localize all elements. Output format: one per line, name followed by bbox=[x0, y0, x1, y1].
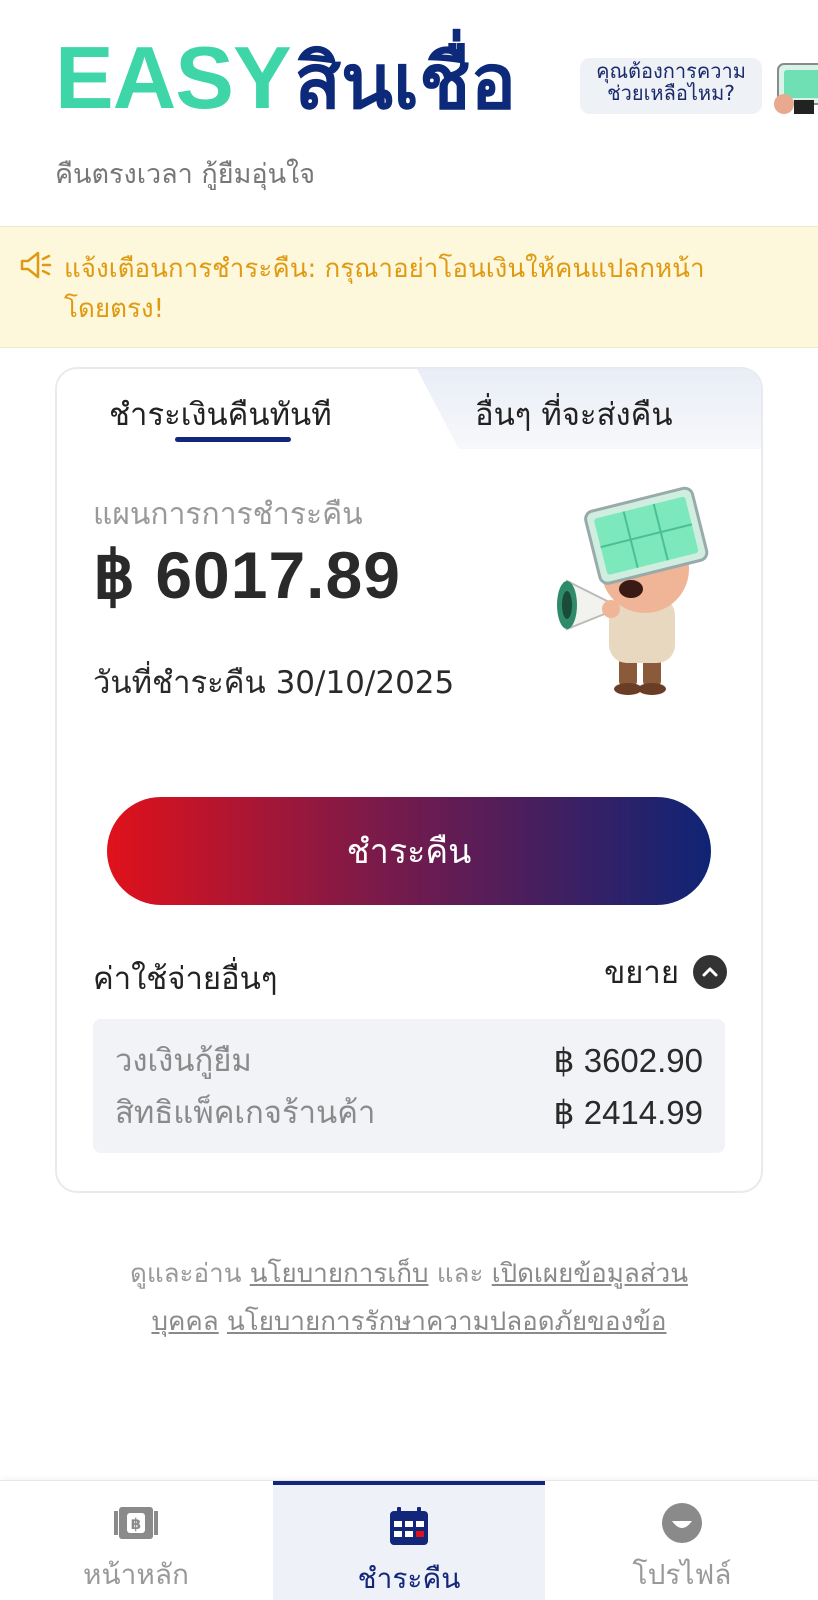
fee-label: วงเงินกู้ยืม bbox=[115, 1043, 252, 1079]
repayment-tabs: ชำระเงินคืนทันที อื่นๆ ที่จะส่งคืน bbox=[57, 369, 761, 455]
nav-item-repay[interactable]: ชำระคืน bbox=[273, 1481, 545, 1600]
help-bubble[interactable]: คุณต้องการความช่วยเหลือไหม? bbox=[580, 58, 762, 114]
nav-item-home[interactable]: ฿ หน้าหลัก bbox=[0, 1481, 272, 1600]
bottom-nav: ฿ หน้าหลัก ชำระคืน โปรไฟล์ bbox=[0, 1480, 818, 1600]
mascot-megaphone-illustration bbox=[557, 486, 709, 695]
fee-row: สิทธิแพ็คเกจร้านค้า ฿ 2414.99 bbox=[115, 1087, 703, 1137]
other-costs-label: ค่าใช้จ่ายอื่นๆ bbox=[93, 961, 278, 997]
expand-toggle[interactable]: ขยาย bbox=[604, 947, 727, 997]
logo-latin: EASY bbox=[55, 28, 292, 127]
chevron-up-icon[interactable] bbox=[693, 955, 727, 989]
policy-notice: ดูและอ่าน นโยบายการเก็บ และ เปิดเผยข้อมู… bbox=[110, 1250, 708, 1346]
expand-label[interactable]: ขยาย bbox=[604, 947, 679, 997]
profile-icon bbox=[662, 1503, 702, 1543]
svg-text:฿: ฿ bbox=[131, 1515, 141, 1533]
megaphone-icon bbox=[20, 251, 52, 279]
repayment-alert-banner: แจ้งเตือนการชำระคืน: กรุณาอย่าโอนเงินให้… bbox=[0, 226, 818, 348]
alert-text: แจ้งเตือนการชำระคืน: กรุณาอย่าโอนเงินให้… bbox=[64, 254, 705, 324]
repayment-amount: ฿ 6017.89 bbox=[93, 538, 401, 612]
tab-other-returns[interactable]: อื่นๆ ที่จะส่งคืน bbox=[475, 389, 673, 439]
brand-logo: EASY สินเชื่อ bbox=[55, 22, 516, 132]
fees-breakdown: วงเงินกู้ยืม ฿ 3602.90 สิทธิแพ็คเกจร้านค… bbox=[93, 1019, 725, 1153]
policy-prefix: ดูและอ่าน bbox=[129, 1259, 250, 1289]
policy-space bbox=[219, 1307, 227, 1337]
fee-label: สิทธิแพ็คเกจร้านค้า bbox=[115, 1095, 376, 1131]
nav-label-profile: โปรไฟล์ bbox=[632, 1558, 732, 1591]
help-mascot-icon[interactable] bbox=[772, 54, 818, 120]
data-collection-policy-link[interactable]: นโยบายการเก็บ bbox=[250, 1259, 429, 1289]
repayment-card: ชำระเงินคืนทันที อื่นๆ ที่จะส่งคืน แผนกา… bbox=[55, 367, 763, 1193]
app-header: EASY สินเชื่อ คืนตรงเวลา กู้ยืมอุ่นใจ คุ… bbox=[0, 0, 818, 226]
fee-row: วงเงินกู้ยืม ฿ 3602.90 bbox=[115, 1035, 703, 1085]
calendar-icon bbox=[390, 1507, 428, 1545]
repay-button[interactable]: ชำระคืน bbox=[107, 797, 711, 905]
due-date: วันที่ชำระคืน 30/10/2025 bbox=[93, 665, 455, 701]
fee-value: ฿ 3602.90 bbox=[553, 1041, 703, 1079]
tab-pay-now[interactable]: ชำระเงินคืนทันที bbox=[109, 389, 332, 439]
active-tab-indicator bbox=[175, 437, 291, 442]
policy-conjunction: และ bbox=[428, 1259, 492, 1289]
security-policy-link[interactable]: นโยบายการรักษาความปลอดภัยของข้อ bbox=[227, 1307, 667, 1337]
tagline: คืนตรงเวลา กู้ยืมอุ่นใจ bbox=[55, 159, 316, 190]
plan-label: แผนการการชำระคืน bbox=[93, 497, 363, 532]
nav-label-repay: ชำระคืน bbox=[357, 1562, 461, 1595]
banknote-icon: ฿ bbox=[114, 1507, 158, 1539]
nav-item-profile[interactable]: โปรไฟล์ bbox=[546, 1481, 818, 1600]
fee-value: ฿ 2414.99 bbox=[553, 1093, 703, 1131]
nav-label-home: หน้าหลัก bbox=[83, 1558, 189, 1591]
logo-thai: สินเชื่อ bbox=[294, 37, 517, 126]
